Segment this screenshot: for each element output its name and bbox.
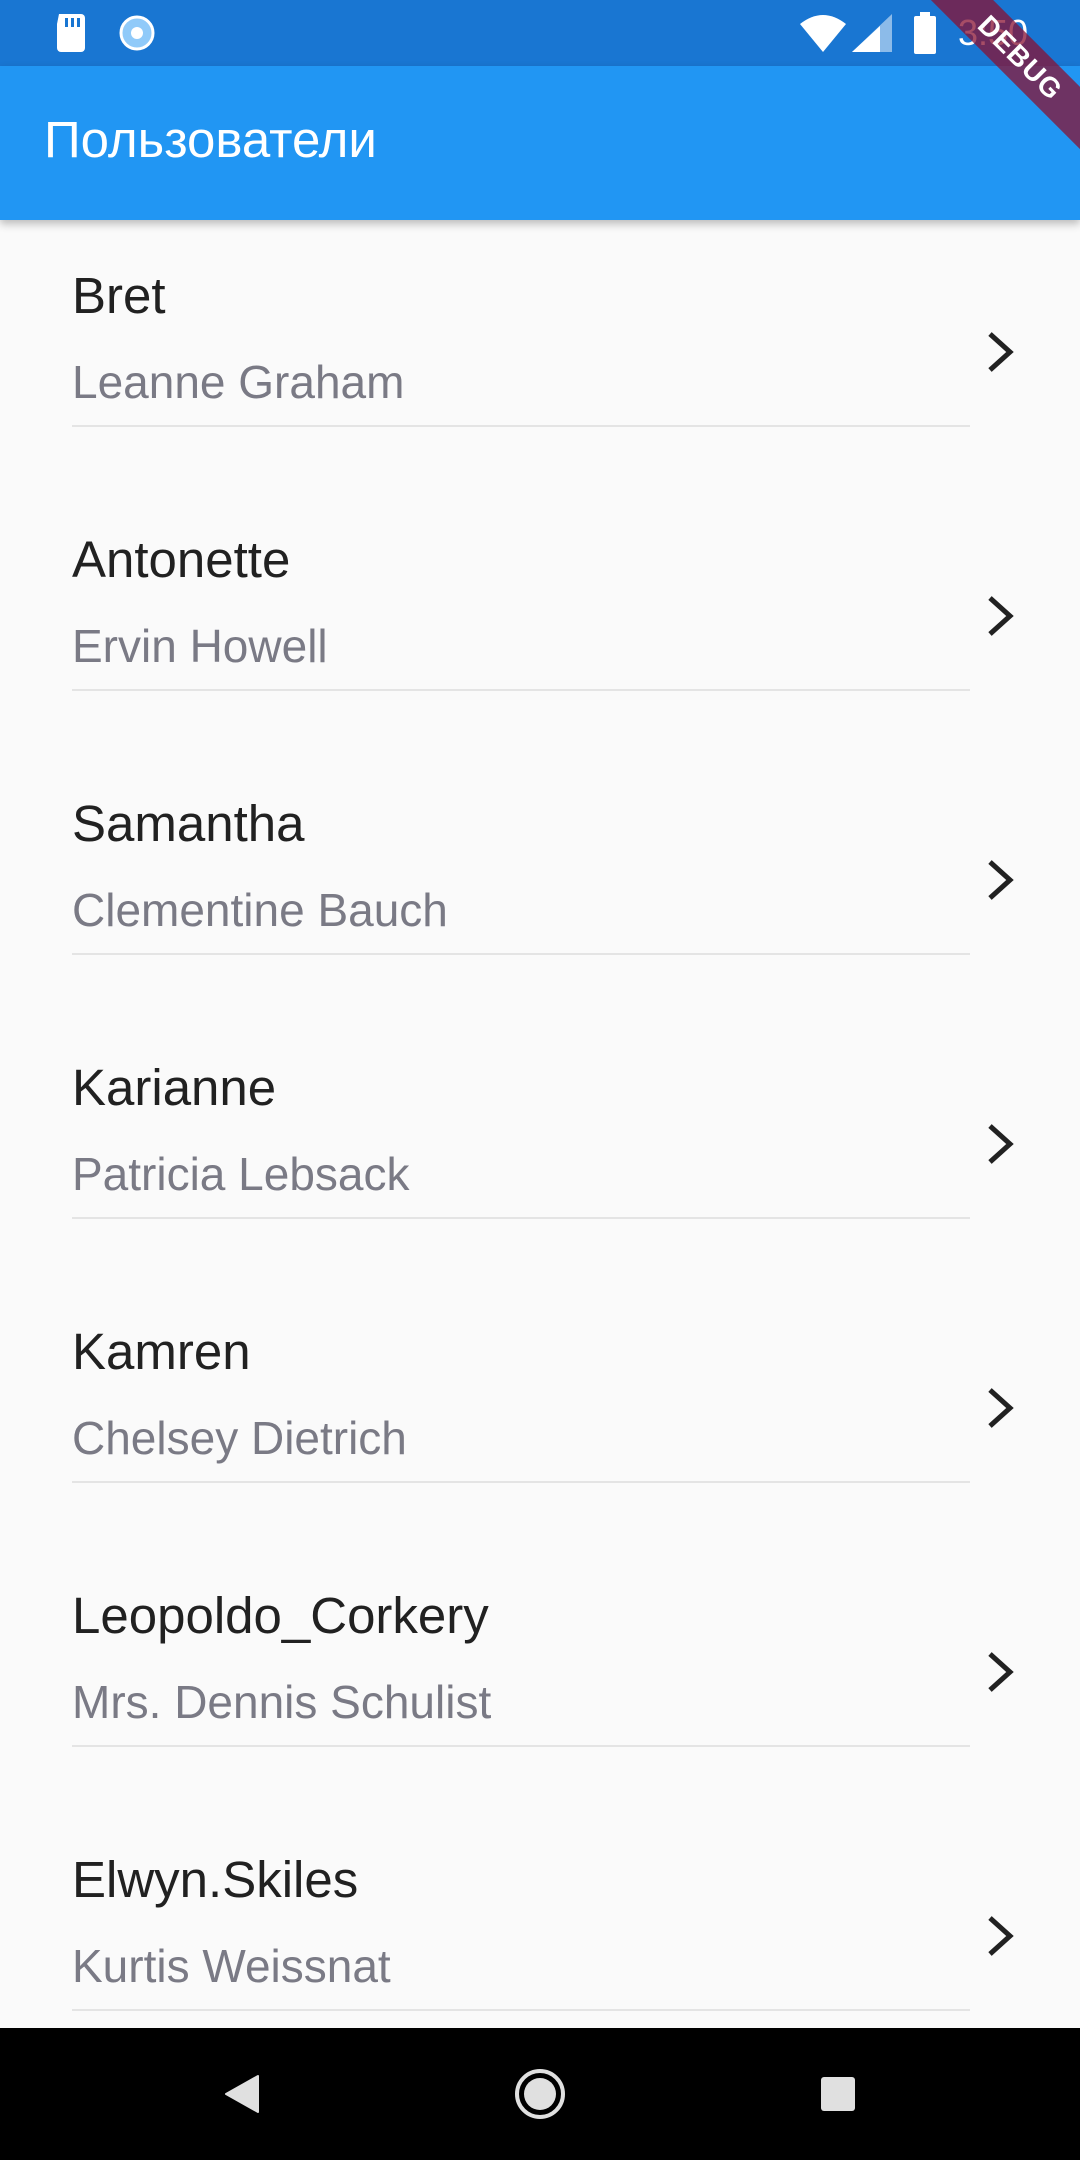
- status-bar: 3:50: [0, 0, 1080, 66]
- home-icon[interactable]: [510, 2064, 570, 2124]
- chevron-right-icon[interactable]: [982, 1384, 1022, 1432]
- list-item[interactable]: Karianne Patricia Lebsack: [0, 1012, 1080, 1276]
- list-item-username: Samantha: [72, 795, 305, 852]
- battery-icon: [914, 12, 936, 54]
- app-bar: Пользователи: [0, 66, 1080, 220]
- chevron-right-icon[interactable]: [982, 1648, 1022, 1696]
- chevron-right-icon[interactable]: [982, 856, 1022, 904]
- list-item[interactable]: Elwyn.Skiles Kurtis Weissnat: [0, 1804, 1080, 2028]
- list-item[interactable]: Kamren Chelsey Dietrich: [0, 1276, 1080, 1540]
- list-divider: [72, 2009, 970, 2011]
- list-item-username: Bret: [72, 267, 166, 324]
- list-divider: [72, 1217, 970, 1219]
- list-divider: [72, 1745, 970, 1747]
- list-divider: [72, 425, 970, 427]
- chevron-right-icon[interactable]: [982, 328, 1022, 376]
- user-list[interactable]: Bret Leanne Graham Antonette Ervin Howel…: [0, 220, 1080, 2028]
- page-title: Пользователи: [44, 111, 377, 168]
- list-item-fullname: Mrs. Dennis Schulist: [72, 1676, 492, 1728]
- chevron-right-icon[interactable]: [982, 592, 1022, 640]
- list-item-fullname: Patricia Lebsack: [72, 1148, 410, 1200]
- back-icon[interactable]: [212, 2064, 272, 2124]
- list-item[interactable]: Antonette Ervin Howell: [0, 484, 1080, 748]
- chevron-right-icon[interactable]: [982, 1912, 1022, 1960]
- list-item[interactable]: Samantha Clementine Bauch: [0, 748, 1080, 1012]
- list-item-username: Karianne: [72, 1059, 277, 1116]
- list-item[interactable]: Leopoldo_Corkery Mrs. Dennis Schulist: [0, 1540, 1080, 1804]
- recents-icon[interactable]: [808, 2064, 868, 2124]
- list-item-fullname: Chelsey Dietrich: [72, 1412, 407, 1464]
- list-item-username: Leopoldo_Corkery: [72, 1587, 489, 1644]
- list-divider: [72, 1481, 970, 1483]
- list-item-fullname: Leanne Graham: [72, 356, 405, 408]
- list-item-username: Kamren: [72, 1323, 251, 1380]
- sd-card-icon: [57, 14, 85, 52]
- list-divider: [72, 689, 970, 691]
- list-item-username: Antonette: [72, 531, 291, 588]
- signal-icon: [852, 14, 892, 52]
- status-time: 3:50: [958, 12, 1029, 53]
- list-item[interactable]: Bret Leanne Graham: [0, 220, 1080, 484]
- list-item-fullname: Ervin Howell: [72, 620, 328, 672]
- sync-icon: [119, 15, 155, 51]
- system-nav-bar: [0, 2028, 1080, 2160]
- list-item-username: Elwyn.Skiles: [72, 1851, 359, 1908]
- list-item-fullname: Clementine Bauch: [72, 884, 448, 936]
- list-item-fullname: Kurtis Weissnat: [72, 1940, 391, 1992]
- chevron-right-icon[interactable]: [982, 1120, 1022, 1168]
- wifi-icon: [800, 15, 846, 52]
- list-divider: [72, 953, 970, 955]
